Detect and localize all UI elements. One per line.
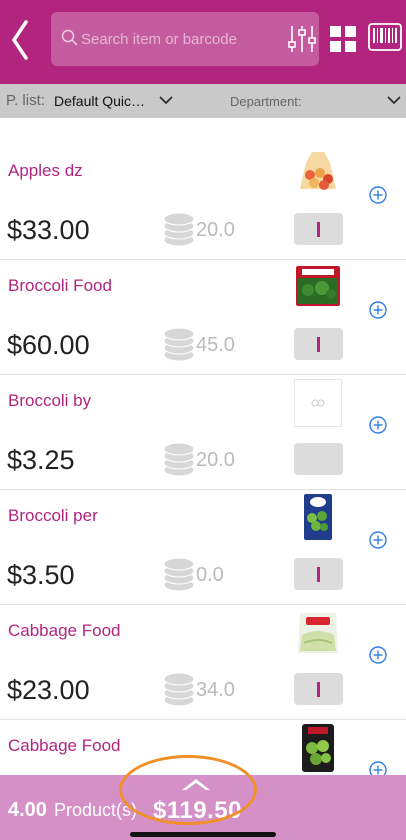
item-stock: 0.0	[196, 564, 224, 586]
department-select[interactable]: Department:	[230, 94, 302, 109]
coins-stack-icon	[163, 672, 195, 707]
cart-total: $119.50	[153, 797, 242, 824]
add-icon[interactable]	[368, 645, 388, 665]
item-price: $23.00	[7, 675, 90, 705]
product-image	[302, 724, 334, 772]
product-count-label: Product(s)	[54, 800, 138, 820]
price-list-label: P. list:	[6, 92, 45, 109]
list-item[interactable]: Apples dz $33.00 20.0	[0, 145, 406, 260]
item-price: $33.00	[7, 215, 90, 245]
item-name: Broccoli per	[8, 506, 98, 525]
list-item[interactable]: Broccoli Food $60.00 45.0	[0, 260, 406, 375]
coins-stack-icon	[163, 327, 195, 362]
filter-bar: P. list: Default Quic… Department:	[0, 84, 406, 118]
quantity-button[interactable]	[294, 443, 343, 475]
item-name: Cabbage Food	[8, 621, 121, 640]
item-name: Broccoli Food	[8, 276, 112, 295]
item-name: Apples dz	[8, 161, 83, 180]
add-icon[interactable]	[368, 530, 388, 550]
home-indicator	[130, 832, 276, 837]
barcode-icon[interactable]	[368, 20, 402, 54]
coins-stack-icon	[163, 442, 195, 477]
grid-icon[interactable]	[330, 26, 356, 52]
item-stock: 20.0	[196, 449, 235, 471]
product-list: Apples dz $33.00 20.0 Broccoli Food $60.…	[0, 145, 406, 835]
item-stock: 34.0	[196, 679, 235, 701]
quantity-button[interactable]	[294, 673, 343, 705]
list-item[interactable]: Broccoli per $3.50 0.0	[0, 490, 406, 605]
price-list-select[interactable]: Default Quic…	[54, 93, 145, 109]
item-price: $60.00	[7, 330, 90, 360]
coins-stack-icon	[163, 557, 195, 592]
item-name: Cabbage Food	[8, 736, 121, 755]
product-image	[296, 266, 340, 306]
quantity-marker	[317, 682, 320, 697]
product-image	[298, 613, 338, 653]
quantity-button[interactable]	[294, 213, 343, 245]
quantity-marker	[317, 337, 320, 352]
coins-stack-icon	[163, 212, 195, 247]
product-image	[300, 152, 336, 190]
back-icon[interactable]	[8, 18, 32, 62]
list-item[interactable]: Broccoli by $3.25 20.0	[0, 375, 406, 490]
quantity-marker	[317, 222, 320, 237]
chevron-up-icon[interactable]	[180, 776, 212, 792]
product-count: 4.00	[8, 799, 47, 821]
item-stock: 45.0	[196, 334, 235, 356]
item-price: $3.25	[7, 445, 75, 475]
product-image	[304, 494, 332, 540]
quantity-marker	[317, 567, 320, 582]
sliders-icon[interactable]	[287, 24, 317, 54]
search-bar[interactable]	[51, 12, 319, 66]
quantity-button[interactable]	[294, 328, 343, 360]
list-item[interactable]: Cabbage Food $23.00 34.0	[0, 605, 406, 720]
add-icon[interactable]	[368, 415, 388, 435]
item-price: $3.50	[7, 560, 75, 590]
chevron-down-icon[interactable]	[386, 94, 402, 106]
add-icon[interactable]	[368, 185, 388, 205]
add-icon[interactable]	[368, 300, 388, 320]
top-bar	[0, 0, 406, 84]
quantity-button[interactable]	[294, 558, 343, 590]
item-name: Broccoli by	[8, 391, 92, 410]
search-icon	[61, 29, 78, 46]
cart-summary-bar[interactable]: 4.00 Product(s) $119.50	[0, 775, 406, 840]
search-input[interactable]	[81, 28, 281, 50]
item-stock: 20.0	[196, 219, 235, 241]
placeholder-image-icon	[294, 379, 342, 427]
chevron-down-icon[interactable]	[158, 94, 174, 106]
